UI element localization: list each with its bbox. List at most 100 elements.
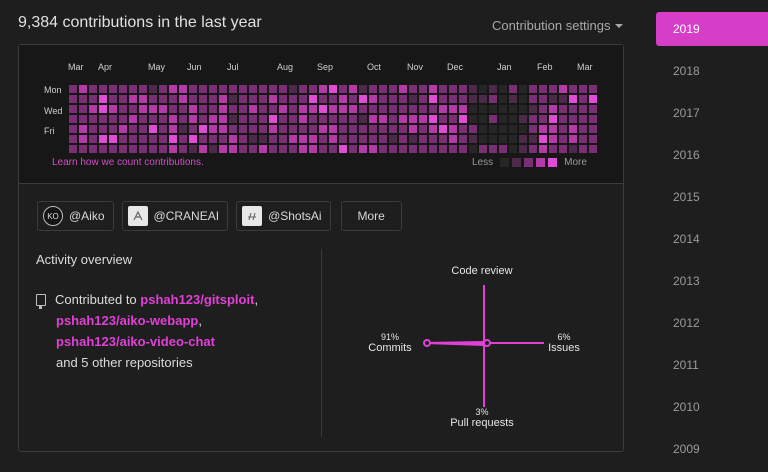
calendar-day-cell[interactable] (189, 85, 197, 93)
calendar-day-cell[interactable] (299, 105, 307, 113)
calendar-day-cell[interactable] (209, 105, 217, 113)
calendar-day-cell[interactable] (499, 105, 507, 113)
calendar-day-cell[interactable] (99, 125, 107, 133)
calendar-day-cell[interactable] (159, 135, 167, 143)
calendar-day-cell[interactable] (319, 105, 327, 113)
calendar-day-cell[interactable] (229, 95, 237, 103)
calendar-day-cell[interactable] (579, 105, 587, 113)
calendar-day-cell[interactable] (339, 85, 347, 93)
calendar-day-cell[interactable] (139, 105, 147, 113)
year-link-2017[interactable]: 2017 (656, 96, 768, 138)
calendar-day-cell[interactable] (249, 105, 257, 113)
calendar-day-cell[interactable] (529, 135, 537, 143)
calendar-day-cell[interactable] (199, 105, 207, 113)
calendar-day-cell[interactable] (249, 135, 257, 143)
calendar-day-cell[interactable] (219, 85, 227, 93)
calendar-day-cell[interactable] (259, 115, 267, 123)
calendar-day-cell[interactable] (439, 85, 447, 93)
calendar-day-cell[interactable] (549, 95, 557, 103)
calendar-day-cell[interactable] (309, 95, 317, 103)
calendar-day-cell[interactable] (99, 95, 107, 103)
calendar-day-cell[interactable] (299, 125, 307, 133)
calendar-day-cell[interactable] (399, 125, 407, 133)
calendar-day-cell[interactable] (179, 105, 187, 113)
calendar-day-cell[interactable] (489, 115, 497, 123)
calendar-day-cell[interactable] (469, 105, 477, 113)
calendar-day-cell[interactable] (459, 145, 467, 153)
calendar-day-cell[interactable] (139, 95, 147, 103)
calendar-day-cell[interactable] (469, 135, 477, 143)
calendar-day-cell[interactable] (289, 125, 297, 133)
calendar-day-cell[interactable] (389, 145, 397, 153)
calendar-day-cell[interactable] (359, 125, 367, 133)
calendar-day-cell[interactable] (439, 95, 447, 103)
calendar-day-cell[interactable] (269, 125, 277, 133)
calendar-day-cell[interactable] (549, 135, 557, 143)
calendar-day-cell[interactable] (589, 85, 597, 93)
year-link-2013[interactable]: 2013 (656, 264, 768, 306)
calendar-day-cell[interactable] (269, 85, 277, 93)
calendar-day-cell[interactable] (459, 135, 467, 143)
calendar-day-cell[interactable] (589, 145, 597, 153)
calendar-day-cell[interactable] (319, 115, 327, 123)
calendar-day-cell[interactable] (189, 115, 197, 123)
calendar-day-cell[interactable] (279, 145, 287, 153)
calendar-day-cell[interactable] (589, 125, 597, 133)
repo-link[interactable]: pshah123/aiko-webapp (56, 313, 198, 328)
calendar-day-cell[interactable] (169, 135, 177, 143)
calendar-day-cell[interactable] (509, 145, 517, 153)
year-link-2009[interactable]: 2009 (656, 432, 768, 472)
calendar-day-cell[interactable] (509, 105, 517, 113)
calendar-day-cell[interactable] (199, 115, 207, 123)
calendar-day-cell[interactable] (389, 115, 397, 123)
calendar-day-cell[interactable] (539, 95, 547, 103)
calendar-day-cell[interactable] (419, 115, 427, 123)
calendar-day-cell[interactable] (449, 95, 457, 103)
calendar-day-cell[interactable] (149, 85, 157, 93)
calendar-day-cell[interactable] (529, 85, 537, 93)
calendar-day-cell[interactable] (559, 115, 567, 123)
calendar-day-cell[interactable] (79, 135, 87, 143)
calendar-day-cell[interactable] (369, 95, 377, 103)
calendar-day-cell[interactable] (579, 145, 587, 153)
calendar-day-cell[interactable] (339, 135, 347, 143)
contribution-settings-dropdown[interactable]: Contribution settings (492, 18, 623, 33)
calendar-day-cell[interactable] (169, 105, 177, 113)
calendar-day-cell[interactable] (409, 105, 417, 113)
calendar-day-cell[interactable] (169, 125, 177, 133)
calendar-day-cell[interactable] (209, 125, 217, 133)
calendar-day-cell[interactable] (199, 95, 207, 103)
calendar-day-cell[interactable] (99, 115, 107, 123)
calendar-day-cell[interactable] (379, 85, 387, 93)
calendar-day-cell[interactable] (279, 95, 287, 103)
calendar-day-cell[interactable] (139, 115, 147, 123)
calendar-day-cell[interactable] (539, 145, 547, 153)
calendar-day-cell[interactable] (569, 115, 577, 123)
calendar-day-cell[interactable] (189, 145, 197, 153)
calendar-day-cell[interactable] (179, 85, 187, 93)
calendar-day-cell[interactable] (149, 115, 157, 123)
calendar-day-cell[interactable] (569, 135, 577, 143)
calendar-day-cell[interactable] (419, 95, 427, 103)
calendar-day-cell[interactable] (549, 85, 557, 93)
calendar-day-cell[interactable] (329, 125, 337, 133)
calendar-day-cell[interactable] (289, 85, 297, 93)
calendar-day-cell[interactable] (519, 85, 527, 93)
calendar-day-cell[interactable] (359, 95, 367, 103)
calendar-day-cell[interactable] (209, 135, 217, 143)
calendar-day-cell[interactable] (589, 95, 597, 103)
calendar-day-cell[interactable] (329, 95, 337, 103)
calendar-day-cell[interactable] (429, 95, 437, 103)
calendar-day-cell[interactable] (439, 135, 447, 143)
calendar-day-cell[interactable] (129, 85, 137, 93)
calendar-day-cell[interactable] (309, 125, 317, 133)
calendar-day-cell[interactable] (519, 145, 527, 153)
calendar-day-cell[interactable] (109, 125, 117, 133)
calendar-day-cell[interactable] (549, 115, 557, 123)
calendar-day-cell[interactable] (389, 105, 397, 113)
calendar-day-cell[interactable] (309, 105, 317, 113)
calendar-day-cell[interactable] (299, 95, 307, 103)
calendar-day-cell[interactable] (509, 85, 517, 93)
calendar-day-cell[interactable] (159, 145, 167, 153)
calendar-day-cell[interactable] (229, 85, 237, 93)
